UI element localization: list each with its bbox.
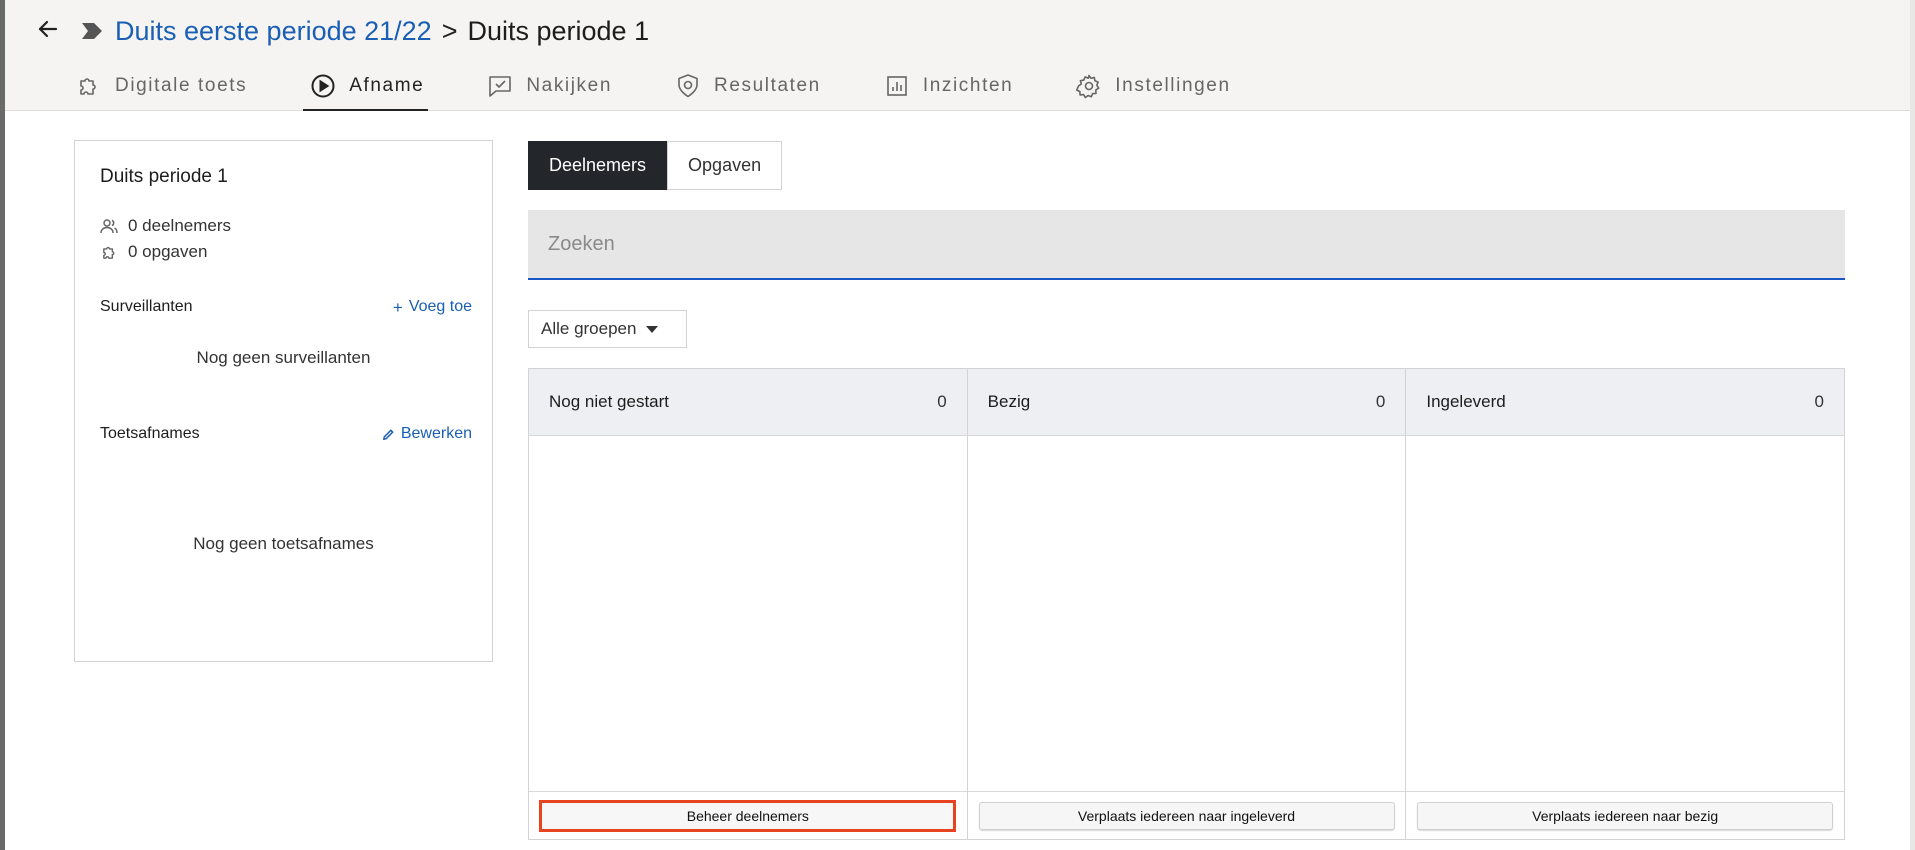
arrow-left-icon [38,20,58,38]
add-surveillant-label: Voeg toe [408,298,472,315]
surveillants-heading: Surveillanten [100,298,193,315]
column-title: Bezig [987,392,1031,411]
participants-count: 0 deelnemers [100,216,231,236]
breadcrumb-parent-link[interactable]: Duits eerste periode 21/22 [115,16,432,47]
column-title: Nog niet gestart [549,392,670,411]
view-toggle: Deelnemers Opgaven [528,141,783,190]
tab-label: Instellingen [1115,74,1231,96]
users-icon [100,217,118,235]
tab-label: Nakijken [526,74,612,96]
segment-deelnemers[interactable]: Deelnemers [528,141,668,190]
puzzle-icon [100,243,118,261]
tab-label: Inzichten [922,74,1014,96]
column-count: 0 [1375,392,1386,411]
caret-down-icon [646,325,659,333]
column-ingeleverd: Ingeleverd 0 Verplaats iedereen naar bez… [1406,369,1845,839]
app-window: Duits eerste periode 21/22 > Duits perio… [5,0,1910,850]
shield-icon [674,72,702,100]
tab-afname[interactable]: Afname [303,60,429,111]
column-nog-niet-gestart: Nog niet gestart 0 Beheer deelnemers [529,369,968,839]
card-title: Duits periode 1 [100,166,228,187]
questions-count: 0 opgaven [100,242,207,262]
column-footer: Beheer deelnemers [529,791,967,839]
status-board: Nog niet gestart 0 Beheer deelnemers Bez… [528,368,1845,840]
segment-opgaven[interactable]: Opgaven [667,141,783,190]
test-summary-card: Duits periode 1 0 deelnemers 0 opgaven S… [74,140,493,662]
tab-label: Afname [349,74,425,96]
bar-chart-icon [883,72,911,100]
group-filter-value: Alle groepen [541,319,637,338]
tab-resultaten[interactable]: Resultaten [674,60,821,111]
edit-sessions-link[interactable]: Bewerken [382,425,472,443]
play-circle-icon [309,72,337,100]
sessions-heading: Toetsafnames [100,425,200,442]
column-title: Ingeleverd [1426,392,1506,411]
sessions-empty-state: Nog geen toetsafnames [193,534,374,553]
column-count: 0 [1814,392,1825,411]
tab-label: Resultaten [714,74,821,96]
column-bezig: Bezig 0 Verplaats iedereen naar ingeleve… [967,369,1407,839]
tab-digitale-toets[interactable]: Digitale toets [75,60,247,111]
pencil-icon [382,428,395,441]
tab-nakijken[interactable]: Nakijken [486,60,612,111]
column-header: Nog niet gestart 0 [529,369,967,436]
window-scrollbar[interactable] [1910,0,1915,850]
column-count: 0 [937,392,947,411]
column-footer: Verplaats iedereen naar bezig [1406,791,1845,839]
puzzle-icon [75,72,103,100]
tab-inzichten[interactable]: Inzichten [883,60,1013,111]
move-all-to-busy-button[interactable]: Verplaats iedereen naar bezig [1417,801,1834,830]
column-header: Ingeleverd 0 [1406,369,1845,436]
search-field [528,210,1845,280]
questions-label: 0 opgaven [128,242,208,261]
group-filter-dropdown[interactable]: Alle groepen [528,310,687,348]
add-surveillant-link[interactable]: + Voeg toe [393,298,472,316]
participants-label: 0 deelnemers [128,216,232,235]
tab-bar: Digitale toets Afname Nakijken Resultate… [75,60,1293,111]
column-footer: Verplaats iedereen naar ingeleverd [967,791,1406,839]
search-input[interactable] [528,210,1845,278]
page-title: Duits periode 1 [467,15,650,46]
tab-instellingen[interactable]: Instellingen [1075,60,1230,111]
gear-icon [1075,72,1103,100]
breadcrumb-separator: > [441,15,458,46]
manage-participants-button[interactable]: Beheer deelnemers [539,799,957,832]
tab-label: Digitale toets [115,74,248,96]
breadcrumb: Duits eerste periode 21/22 > Duits perio… [81,10,649,52]
surveillants-empty-state: Nog geen surveillanten [196,348,371,367]
edit-sessions-label: Bewerken [400,425,472,442]
column-header: Bezig 0 [967,369,1406,436]
move-all-to-submitted-button[interactable]: Verplaats iedereen naar ingeleverd [978,801,1395,830]
tag-icon [81,21,105,41]
page-header: Duits eerste periode 21/22 > Duits perio… [5,0,1910,111]
plus-icon: + [392,297,403,317]
message-check-icon [486,72,514,100]
back-button[interactable] [31,12,65,46]
